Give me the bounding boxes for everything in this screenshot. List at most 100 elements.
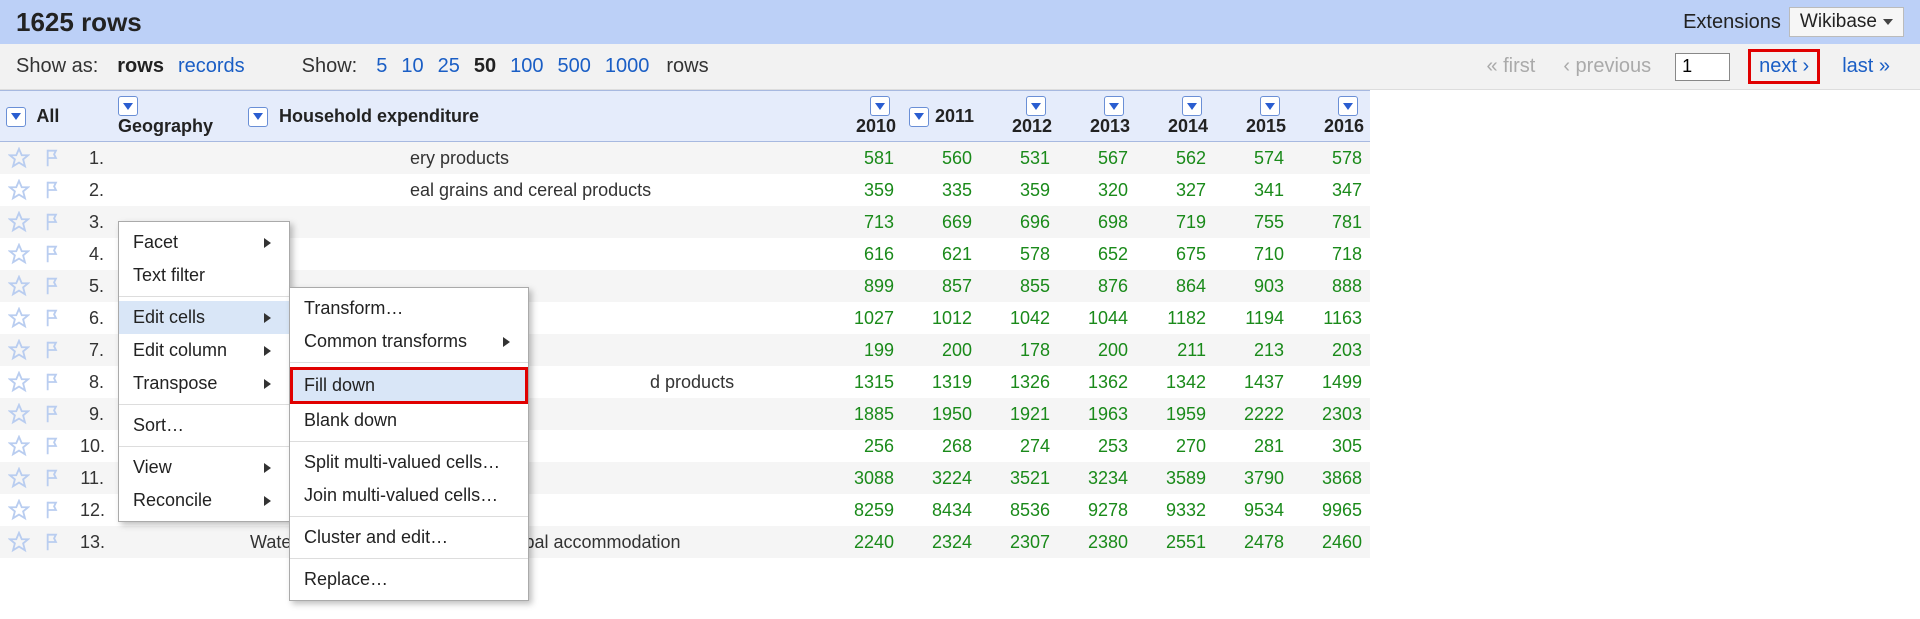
- cell-value[interactable]: 1499: [1292, 366, 1370, 398]
- cell-value[interactable]: 178: [980, 334, 1058, 366]
- cell-value[interactable]: 857: [902, 270, 980, 302]
- cell-value[interactable]: 718: [1292, 238, 1370, 270]
- cell-value[interactable]: 9965: [1292, 494, 1370, 526]
- cell-value[interactable]: 1959: [1136, 398, 1214, 430]
- cell-value[interactable]: 1163: [1292, 302, 1370, 334]
- column-menu-geography[interactable]: [118, 96, 138, 116]
- star-row-button[interactable]: [0, 526, 36, 558]
- page-size-100[interactable]: 100: [510, 55, 543, 78]
- cell-value[interactable]: 2380: [1058, 526, 1136, 558]
- star-row-button[interactable]: [0, 398, 36, 430]
- flag-row-button[interactable]: [36, 366, 72, 398]
- cell-value[interactable]: 1437: [1214, 366, 1292, 398]
- cell-value[interactable]: 567: [1058, 142, 1136, 175]
- nav-next[interactable]: next ›: [1748, 49, 1820, 84]
- cell-value[interactable]: 268: [902, 430, 980, 462]
- cell-geography[interactable]: [112, 526, 242, 558]
- cell-value[interactable]: 3224: [902, 462, 980, 494]
- cell-value[interactable]: 327: [1136, 174, 1214, 206]
- cell-value[interactable]: 1182: [1136, 302, 1214, 334]
- star-row-button[interactable]: [0, 206, 36, 238]
- cell-value[interactable]: 305: [1292, 430, 1370, 462]
- menu-item[interactable]: Edit column: [119, 334, 289, 367]
- cell-value[interactable]: 200: [902, 334, 980, 366]
- star-row-button[interactable]: [0, 174, 36, 206]
- cell-value[interactable]: 3088: [824, 462, 902, 494]
- cell-value[interactable]: 2478: [1214, 526, 1292, 558]
- cell-value[interactable]: 698: [1058, 206, 1136, 238]
- nav-last[interactable]: last »: [1842, 55, 1890, 78]
- cell-value[interactable]: 9534: [1214, 494, 1292, 526]
- cell-value[interactable]: 8536: [980, 494, 1058, 526]
- cell-value[interactable]: 256: [824, 430, 902, 462]
- cell-value[interactable]: 3521: [980, 462, 1058, 494]
- cell-geography[interactable]: [112, 174, 242, 206]
- menu-item[interactable]: Transform…: [290, 292, 528, 325]
- cell-value[interactable]: 755: [1214, 206, 1292, 238]
- menu-item[interactable]: Text filter: [119, 259, 289, 292]
- cell-value[interactable]: 3790: [1214, 462, 1292, 494]
- cell-value[interactable]: 203: [1292, 334, 1370, 366]
- page-size-50[interactable]: 50: [474, 55, 496, 78]
- menu-item[interactable]: Fill down: [290, 367, 528, 404]
- cell-value[interactable]: 675: [1136, 238, 1214, 270]
- cell-value[interactable]: 2460: [1292, 526, 1370, 558]
- menu-item[interactable]: Blank down: [290, 404, 528, 437]
- cell-value[interactable]: 359: [980, 174, 1058, 206]
- cell-value[interactable]: 274: [980, 430, 1058, 462]
- cell-value[interactable]: 621: [902, 238, 980, 270]
- cell-value[interactable]: 581: [824, 142, 902, 175]
- cell-household[interactable]: ery products: [242, 142, 824, 175]
- menu-item[interactable]: Split multi-valued cells…: [290, 446, 528, 479]
- star-row-button[interactable]: [0, 494, 36, 526]
- cell-geography[interactable]: [112, 142, 242, 175]
- cell-value[interactable]: 2303: [1292, 398, 1370, 430]
- cell-value[interactable]: 347: [1292, 174, 1370, 206]
- column-menu-2011[interactable]: [909, 107, 929, 127]
- cell-value[interactable]: 341: [1214, 174, 1292, 206]
- menu-item[interactable]: Join multi-valued cells…: [290, 479, 528, 512]
- wikibase-dropdown[interactable]: Wikibase: [1789, 7, 1904, 37]
- cell-value[interactable]: 855: [980, 270, 1058, 302]
- cell-value[interactable]: 1885: [824, 398, 902, 430]
- cell-value[interactable]: 3589: [1136, 462, 1214, 494]
- flag-row-button[interactable]: [36, 206, 72, 238]
- cell-household[interactable]: [242, 238, 824, 270]
- column-menu-all[interactable]: [6, 107, 26, 127]
- cell-value[interactable]: 211: [1136, 334, 1214, 366]
- flag-row-button[interactable]: [36, 238, 72, 270]
- flag-row-button[interactable]: [36, 334, 72, 366]
- flag-row-button[interactable]: [36, 142, 72, 175]
- flag-row-button[interactable]: [36, 430, 72, 462]
- cell-value[interactable]: 320: [1058, 174, 1136, 206]
- cell-value[interactable]: 2222: [1214, 398, 1292, 430]
- cell-value[interactable]: 200: [1058, 334, 1136, 366]
- cell-value[interactable]: 1315: [824, 366, 902, 398]
- cell-value[interactable]: 578: [1292, 142, 1370, 175]
- menu-item[interactable]: View: [119, 451, 289, 484]
- cell-value[interactable]: 899: [824, 270, 902, 302]
- star-row-button[interactable]: [0, 142, 36, 175]
- star-row-button[interactable]: [0, 430, 36, 462]
- cell-value[interactable]: 213: [1214, 334, 1292, 366]
- cell-value[interactable]: 281: [1214, 430, 1292, 462]
- cell-value[interactable]: 531: [980, 142, 1058, 175]
- cell-value[interactable]: 1194: [1214, 302, 1292, 334]
- star-row-button[interactable]: [0, 238, 36, 270]
- page-number-input[interactable]: [1675, 53, 1730, 81]
- cell-value[interactable]: 253: [1058, 430, 1136, 462]
- column-menu-2012[interactable]: [1026, 96, 1046, 116]
- cell-value[interactable]: 1963: [1058, 398, 1136, 430]
- cell-value[interactable]: 1042: [980, 302, 1058, 334]
- menu-item[interactable]: Transpose: [119, 367, 289, 400]
- cell-value[interactable]: 781: [1292, 206, 1370, 238]
- flag-row-button[interactable]: [36, 302, 72, 334]
- cell-value[interactable]: 2307: [980, 526, 1058, 558]
- nav-first[interactable]: « first: [1486, 55, 1535, 78]
- cell-value[interactable]: 1950: [902, 398, 980, 430]
- cell-value[interactable]: 1044: [1058, 302, 1136, 334]
- page-size-25[interactable]: 25: [438, 55, 460, 78]
- star-row-button[interactable]: [0, 462, 36, 494]
- flag-row-button[interactable]: [36, 494, 72, 526]
- star-row-button[interactable]: [0, 270, 36, 302]
